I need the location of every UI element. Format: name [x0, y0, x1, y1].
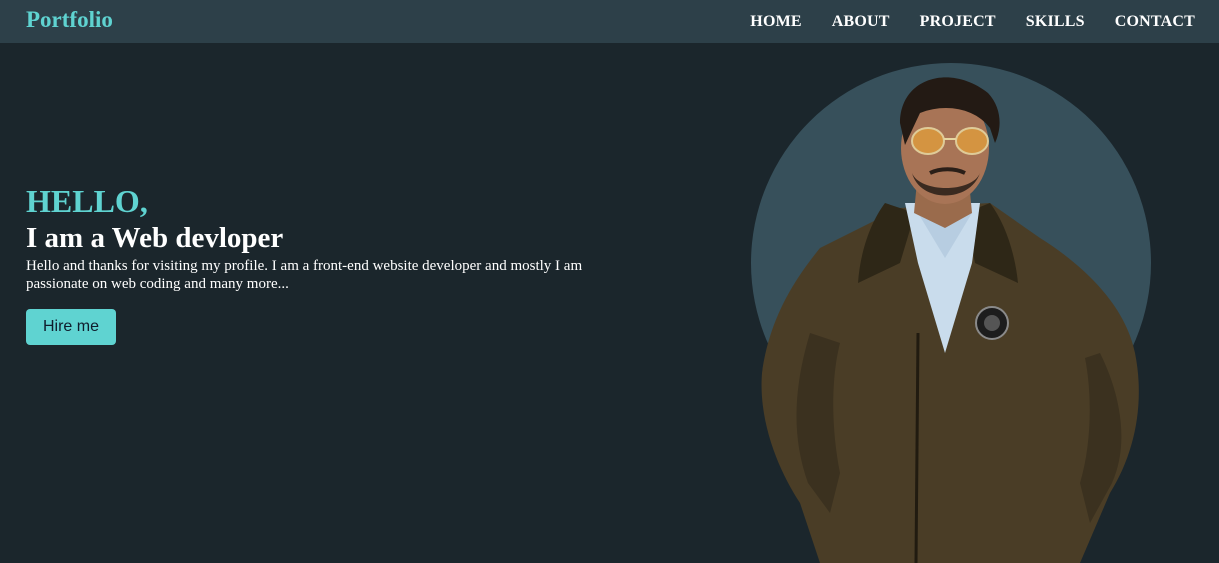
- nav-link-contact[interactable]: CONTACT: [1115, 13, 1195, 31]
- hero-intro: Hello and thanks for visiting my profile…: [26, 258, 583, 292]
- nav-link-home[interactable]: HOME: [750, 13, 801, 31]
- hero-section: HELLO, I am a Web devloper Hello and tha…: [0, 43, 1219, 563]
- hire-me-button[interactable]: Hire me: [26, 309, 116, 345]
- hero-greeting: HELLO,: [26, 183, 148, 219]
- profile-photo: [740, 53, 1180, 563]
- logo[interactable]: Portfolio: [26, 6, 113, 33]
- nav-link-project[interactable]: PROJECT: [920, 13, 996, 31]
- nav-link-about[interactable]: ABOUT: [832, 13, 890, 31]
- nav-links: HOME ABOUT PROJECT SKILLS CONTACT: [750, 0, 1195, 43]
- profile-portrait-image: [761, 77, 1139, 563]
- hero-headline: I am a Web devloper: [26, 222, 284, 254]
- navbar: Portfolio HOME ABOUT PROJECT SKILLS CONT…: [0, 0, 1219, 43]
- nav-link-skills[interactable]: SKILLS: [1026, 13, 1085, 31]
- hero-text: HELLO, I am a Web devloper Hello and tha…: [26, 183, 646, 345]
